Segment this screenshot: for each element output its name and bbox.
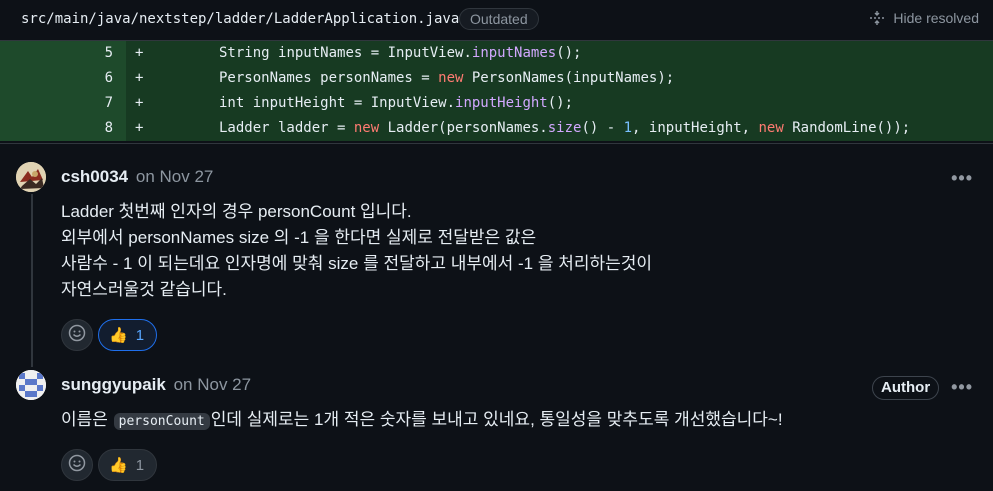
code-token: = InputView.: [362, 45, 472, 61]
file-header: src/main/java/nextstep/ladder/LadderAppl…: [0, 0, 993, 41]
code-token: Ladder ladder =: [219, 120, 354, 136]
smiley-icon: [68, 454, 86, 476]
comment-text: 이름은: [61, 410, 113, 429]
line-number[interactable]: 5: [0, 41, 126, 66]
add-reaction-button[interactable]: [61, 319, 93, 351]
diff-added-marker: +: [135, 120, 144, 136]
code-token: size: [547, 120, 582, 136]
code-token: new: [353, 120, 380, 136]
code-token: int inputHeight = InputView.: [219, 95, 456, 111]
comment-author[interactable]: sunggyupaik: [61, 375, 166, 394]
comment-line: Ladder 첫번째 인자의 경우 personCount 입니다.: [61, 202, 412, 221]
comment-header: csh0034 on Nov 27: [61, 167, 213, 187]
code-token: new: [438, 70, 464, 86]
reaction-count: 1: [135, 326, 145, 344]
file-path-link[interactable]: src/main/java/nextstep/ladder/LadderAppl…: [21, 11, 459, 27]
code-token: inputHeight: [455, 95, 548, 111]
comment-text: 인데 실제로는 1개 적은 숫자를 보내고 있네요, 통일성을 맞추도록 개선했…: [210, 410, 783, 429]
code-line: String inputNames = InputView.inputNames…: [156, 41, 581, 66]
line-number[interactable]: 8: [0, 116, 126, 141]
code-token: inputNames: [471, 45, 557, 61]
thumbs-up-reaction-button[interactable]: 👍 1: [98, 449, 158, 481]
smiley-icon: [68, 324, 86, 346]
comment-body: 이름은 personCount 인데 실제로는 1개 적은 숫자를 보내고 있네요…: [61, 407, 783, 435]
avatar[interactable]: [16, 162, 46, 192]
author-badge: Author: [872, 376, 940, 400]
code-line: PersonNames personNames = new PersonName…: [156, 66, 674, 91]
thread-line: [31, 194, 33, 367]
inline-code: personCount: [113, 413, 210, 430]
code-token: PersonNames personNames =: [219, 70, 439, 86]
more-options-icon[interactable]: •••: [951, 377, 973, 398]
code-token: PersonNames(inputNames);: [463, 70, 675, 86]
code-token: String: [219, 45, 279, 61]
code-token: Ladder(personNames.: [379, 120, 548, 136]
comment-timestamp[interactable]: on Nov 27: [136, 167, 214, 186]
diff-added-marker: +: [135, 70, 144, 86]
hide-resolved-label: Hide resolved: [893, 10, 979, 26]
code-token: inputNames: [278, 45, 363, 61]
thumbs-up-icon: 👍: [109, 327, 128, 344]
comment-header: sunggyupaik on Nov 27: [61, 375, 251, 395]
add-reaction-button[interactable]: [61, 449, 93, 481]
unfold-icon: [869, 10, 885, 26]
diff-line: 7 + int inputHeight = InputView.inputHeigh…: [0, 91, 993, 116]
code-token: new: [758, 120, 784, 136]
comment-line: 자연스러울것 같습니다.: [61, 280, 227, 299]
comment-author[interactable]: csh0034: [61, 167, 128, 186]
more-options-icon[interactable]: •••: [951, 168, 973, 189]
diff-added-marker: +: [135, 95, 144, 111]
diff-hunk: 5 + String inputNames = InputView.inputNam…: [0, 41, 993, 141]
comment-body: Ladder 첫번째 인자의 경우 personCount 입니다. 외부에서 …: [61, 199, 652, 303]
code-token: RandomLine());: [783, 120, 911, 136]
code-token: , inputHeight,: [632, 120, 759, 136]
diff-line: 6 + PersonNames personNames = new PersonNa…: [0, 66, 993, 91]
thumbs-up-icon: 👍: [109, 457, 128, 474]
thumbs-up-reaction-button[interactable]: 👍 1: [98, 319, 158, 351]
hide-resolved-button[interactable]: Hide resolved: [869, 10, 979, 26]
code-token: ();: [547, 95, 574, 111]
line-number[interactable]: 6: [0, 66, 126, 91]
avatar[interactable]: [16, 370, 46, 400]
comment-line: 사람수 - 1 이 되는데요 인자명에 맞춰 size 를 전달하고 내부에서 …: [61, 254, 653, 273]
code-token: ();: [556, 45, 582, 61]
diff-line: 5 + String inputNames = InputView.inputNam…: [0, 41, 993, 66]
code-token: 1: [623, 120, 633, 136]
diff-added-marker: +: [135, 45, 144, 61]
outdated-badge: Outdated: [459, 8, 539, 30]
comment-timestamp[interactable]: on Nov 27: [174, 375, 252, 394]
diff-line: 8 + Ladder ladder = new Ladder(personNames…: [0, 116, 993, 141]
code-line: Ladder ladder = new Ladder(personNames.s…: [156, 116, 910, 141]
divider: [0, 143, 993, 144]
code-line: int inputHeight = InputView.inputHeight(…: [156, 91, 573, 116]
reaction-count: 1: [135, 456, 145, 474]
comment-line: 외부에서 personNames size 의 -1 을 한다면 실제로 전달받…: [61, 228, 537, 247]
line-number[interactable]: 7: [0, 91, 126, 116]
code-token: () -: [581, 120, 624, 136]
